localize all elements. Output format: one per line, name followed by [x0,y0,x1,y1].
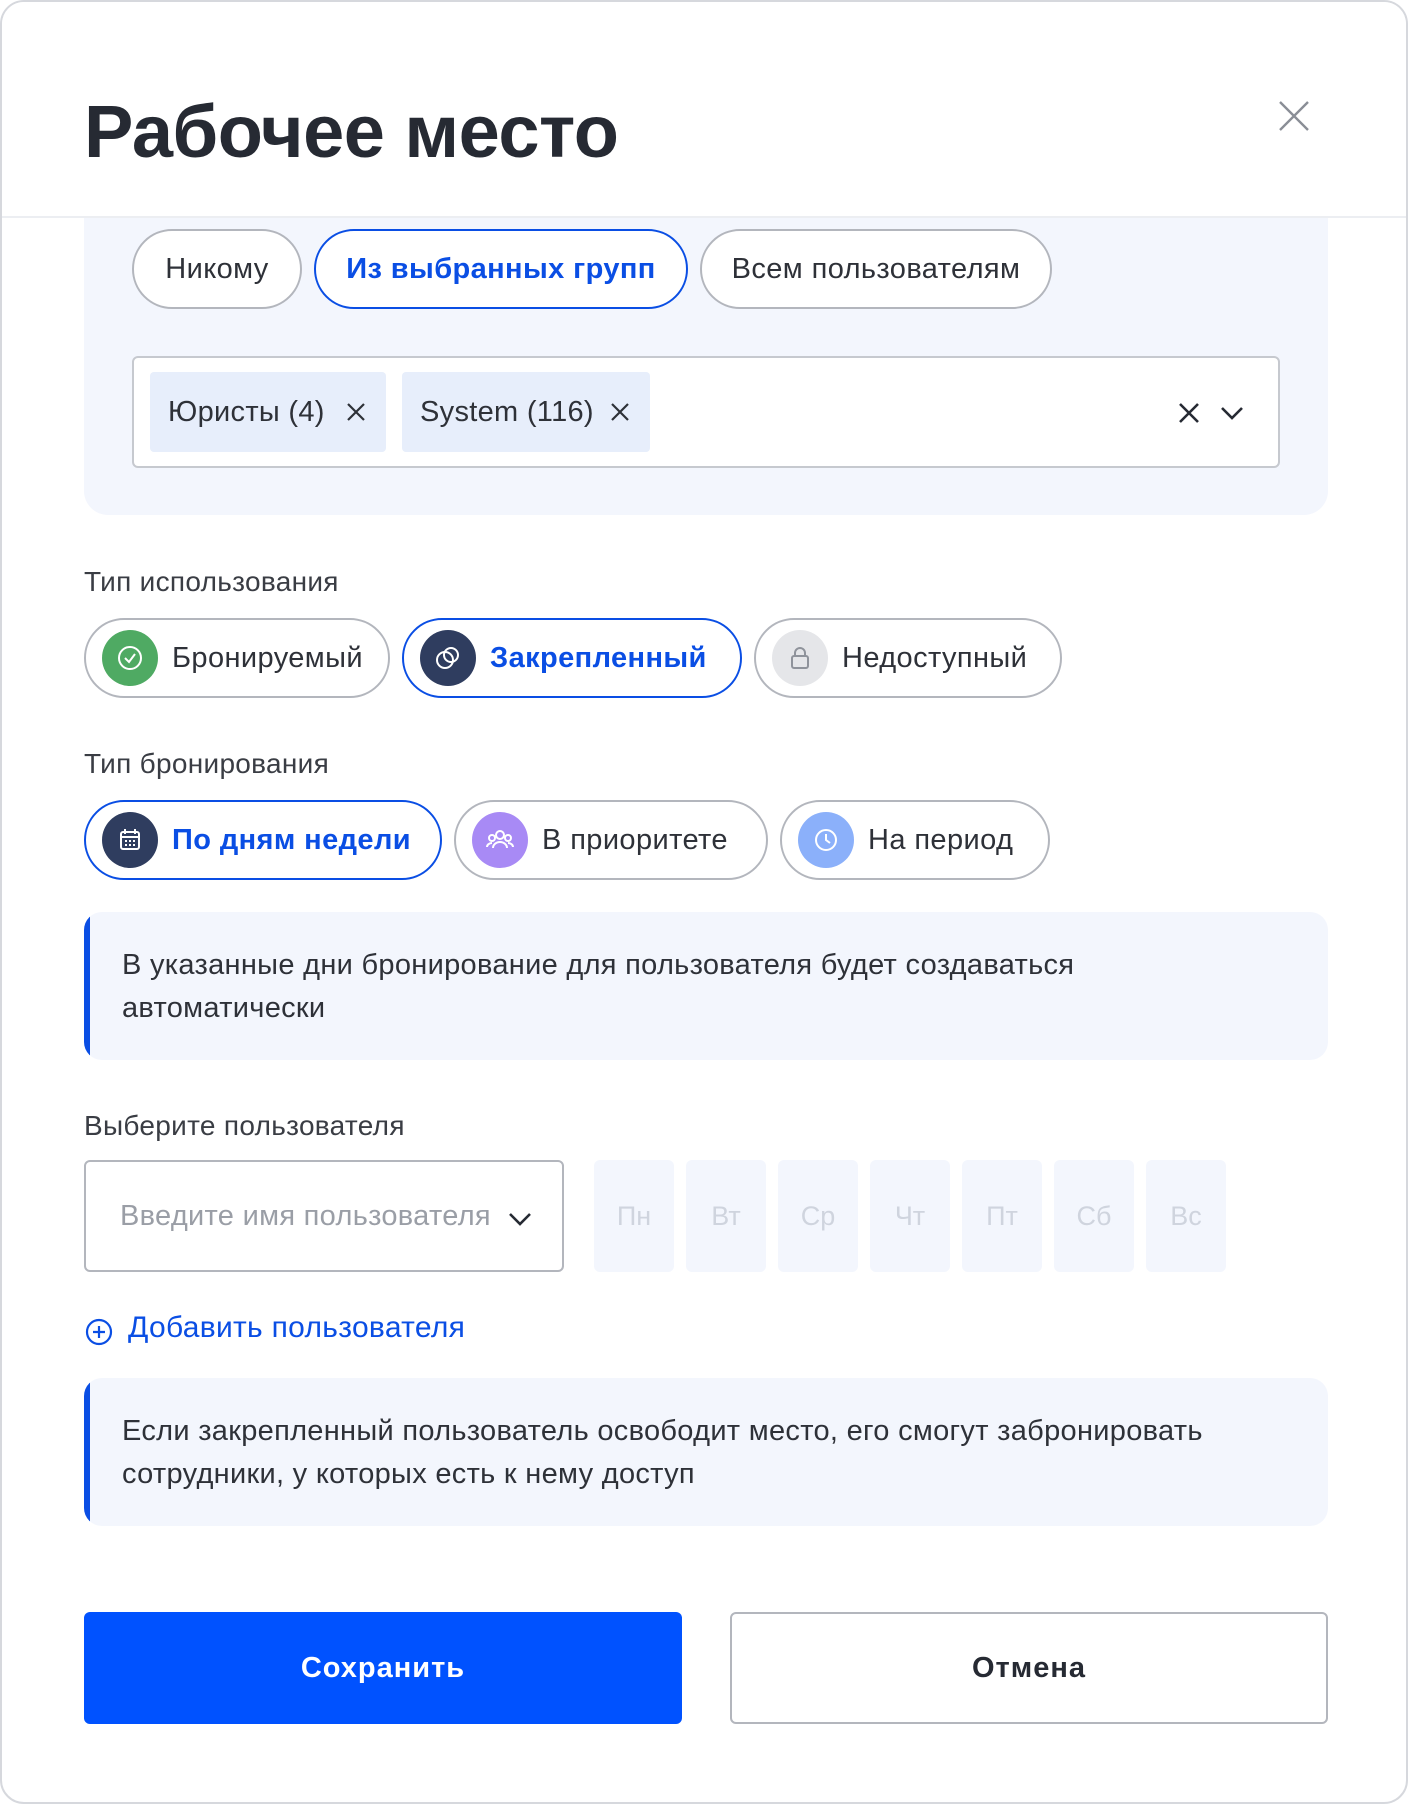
info-weekdays-text: В указанные дни бронирование для пользов… [122,949,1075,1024]
close-icon[interactable] [1274,96,1314,136]
lock-icon [772,630,828,686]
group-chip-label: Юристы (4) [168,395,325,428]
group-chip: System (116) [402,372,650,452]
day-sat[interactable]: Сб [1054,1160,1134,1272]
access-option-all-users[interactable]: Всем пользователям [700,229,1052,309]
usage-option-label: Недоступный [842,641,1028,674]
info-release-text: Если закрепленный пользователь освободит… [122,1415,1203,1490]
check-circle-icon [102,630,158,686]
workplace-modal: Никому Из выбранных групп Всем пользоват… [0,0,1408,1804]
select-user-label: Выберите пользователя [84,1110,405,1141]
booking-option-label: В приоритете [542,823,728,856]
modal-header: Рабочее место [2,2,1406,218]
usage-option-unavailable[interactable]: Недоступный [754,618,1062,698]
group-chip-label: System (116) [420,395,594,428]
user-select-placeholder: Введите имя пользователя [120,1200,491,1232]
day-thu[interactable]: Чт [870,1160,950,1272]
plus-circle-icon [85,1318,113,1346]
groups-select[interactable]: Юристы (4) System (116) [132,356,1280,468]
access-option-label: Из выбранных групп [346,252,656,285]
add-user-link[interactable]: Добавить пользователя [84,1304,465,1352]
remove-chip-icon[interactable] [344,400,368,424]
booking-option-period[interactable]: На период [780,800,1050,880]
info-weekdays: В указанные дни бронирование для пользов… [84,912,1328,1060]
pin-icon [420,630,476,686]
day-fri[interactable]: Пт [962,1160,1042,1272]
remove-chip-icon[interactable] [608,400,632,424]
user-select[interactable]: Введите имя пользователя [84,1160,564,1272]
day-tue[interactable]: Вт [686,1160,766,1272]
access-option-nobody[interactable]: Никому [132,229,302,309]
calendar-icon [102,812,158,868]
usage-option-label: Закрепленный [490,641,707,674]
usage-option-pinned[interactable]: Закрепленный [402,618,742,698]
add-user-label: Добавить пользователя [128,1311,466,1344]
usage-option-label: Бронируемый [172,641,363,674]
info-release: Если закрепленный пользователь освободит… [84,1378,1328,1526]
access-option-selected-groups[interactable]: Из выбранных групп [314,229,688,309]
usage-option-bookable[interactable]: Бронируемый [84,618,390,698]
page-title: Рабочее место [84,90,619,173]
save-button[interactable]: Сохранить [84,1612,682,1724]
booking-type-label: Тип бронирования [84,748,330,779]
booking-option-priority[interactable]: В приоритете [454,800,768,880]
clock-icon [798,812,854,868]
day-mon[interactable]: Пн [594,1160,674,1272]
chevron-down-icon[interactable] [1218,402,1246,424]
booking-option-label: На период [868,823,1014,856]
day-wed[interactable]: Ср [778,1160,858,1272]
clear-icon[interactable] [1176,400,1202,426]
cancel-button[interactable]: Отмена [730,1612,1328,1724]
group-chip: Юристы (4) [150,372,386,452]
access-option-label: Никому [165,252,269,285]
booking-option-label: По дням недели [172,823,412,856]
users-group-icon [472,812,528,868]
chevron-down-icon [509,1213,531,1226]
booking-option-weekdays[interactable]: По дням недели [84,800,442,880]
usage-type-label: Тип использования [84,566,339,597]
day-sun[interactable]: Вс [1146,1160,1226,1272]
access-option-label: Всем пользователям [731,252,1021,285]
